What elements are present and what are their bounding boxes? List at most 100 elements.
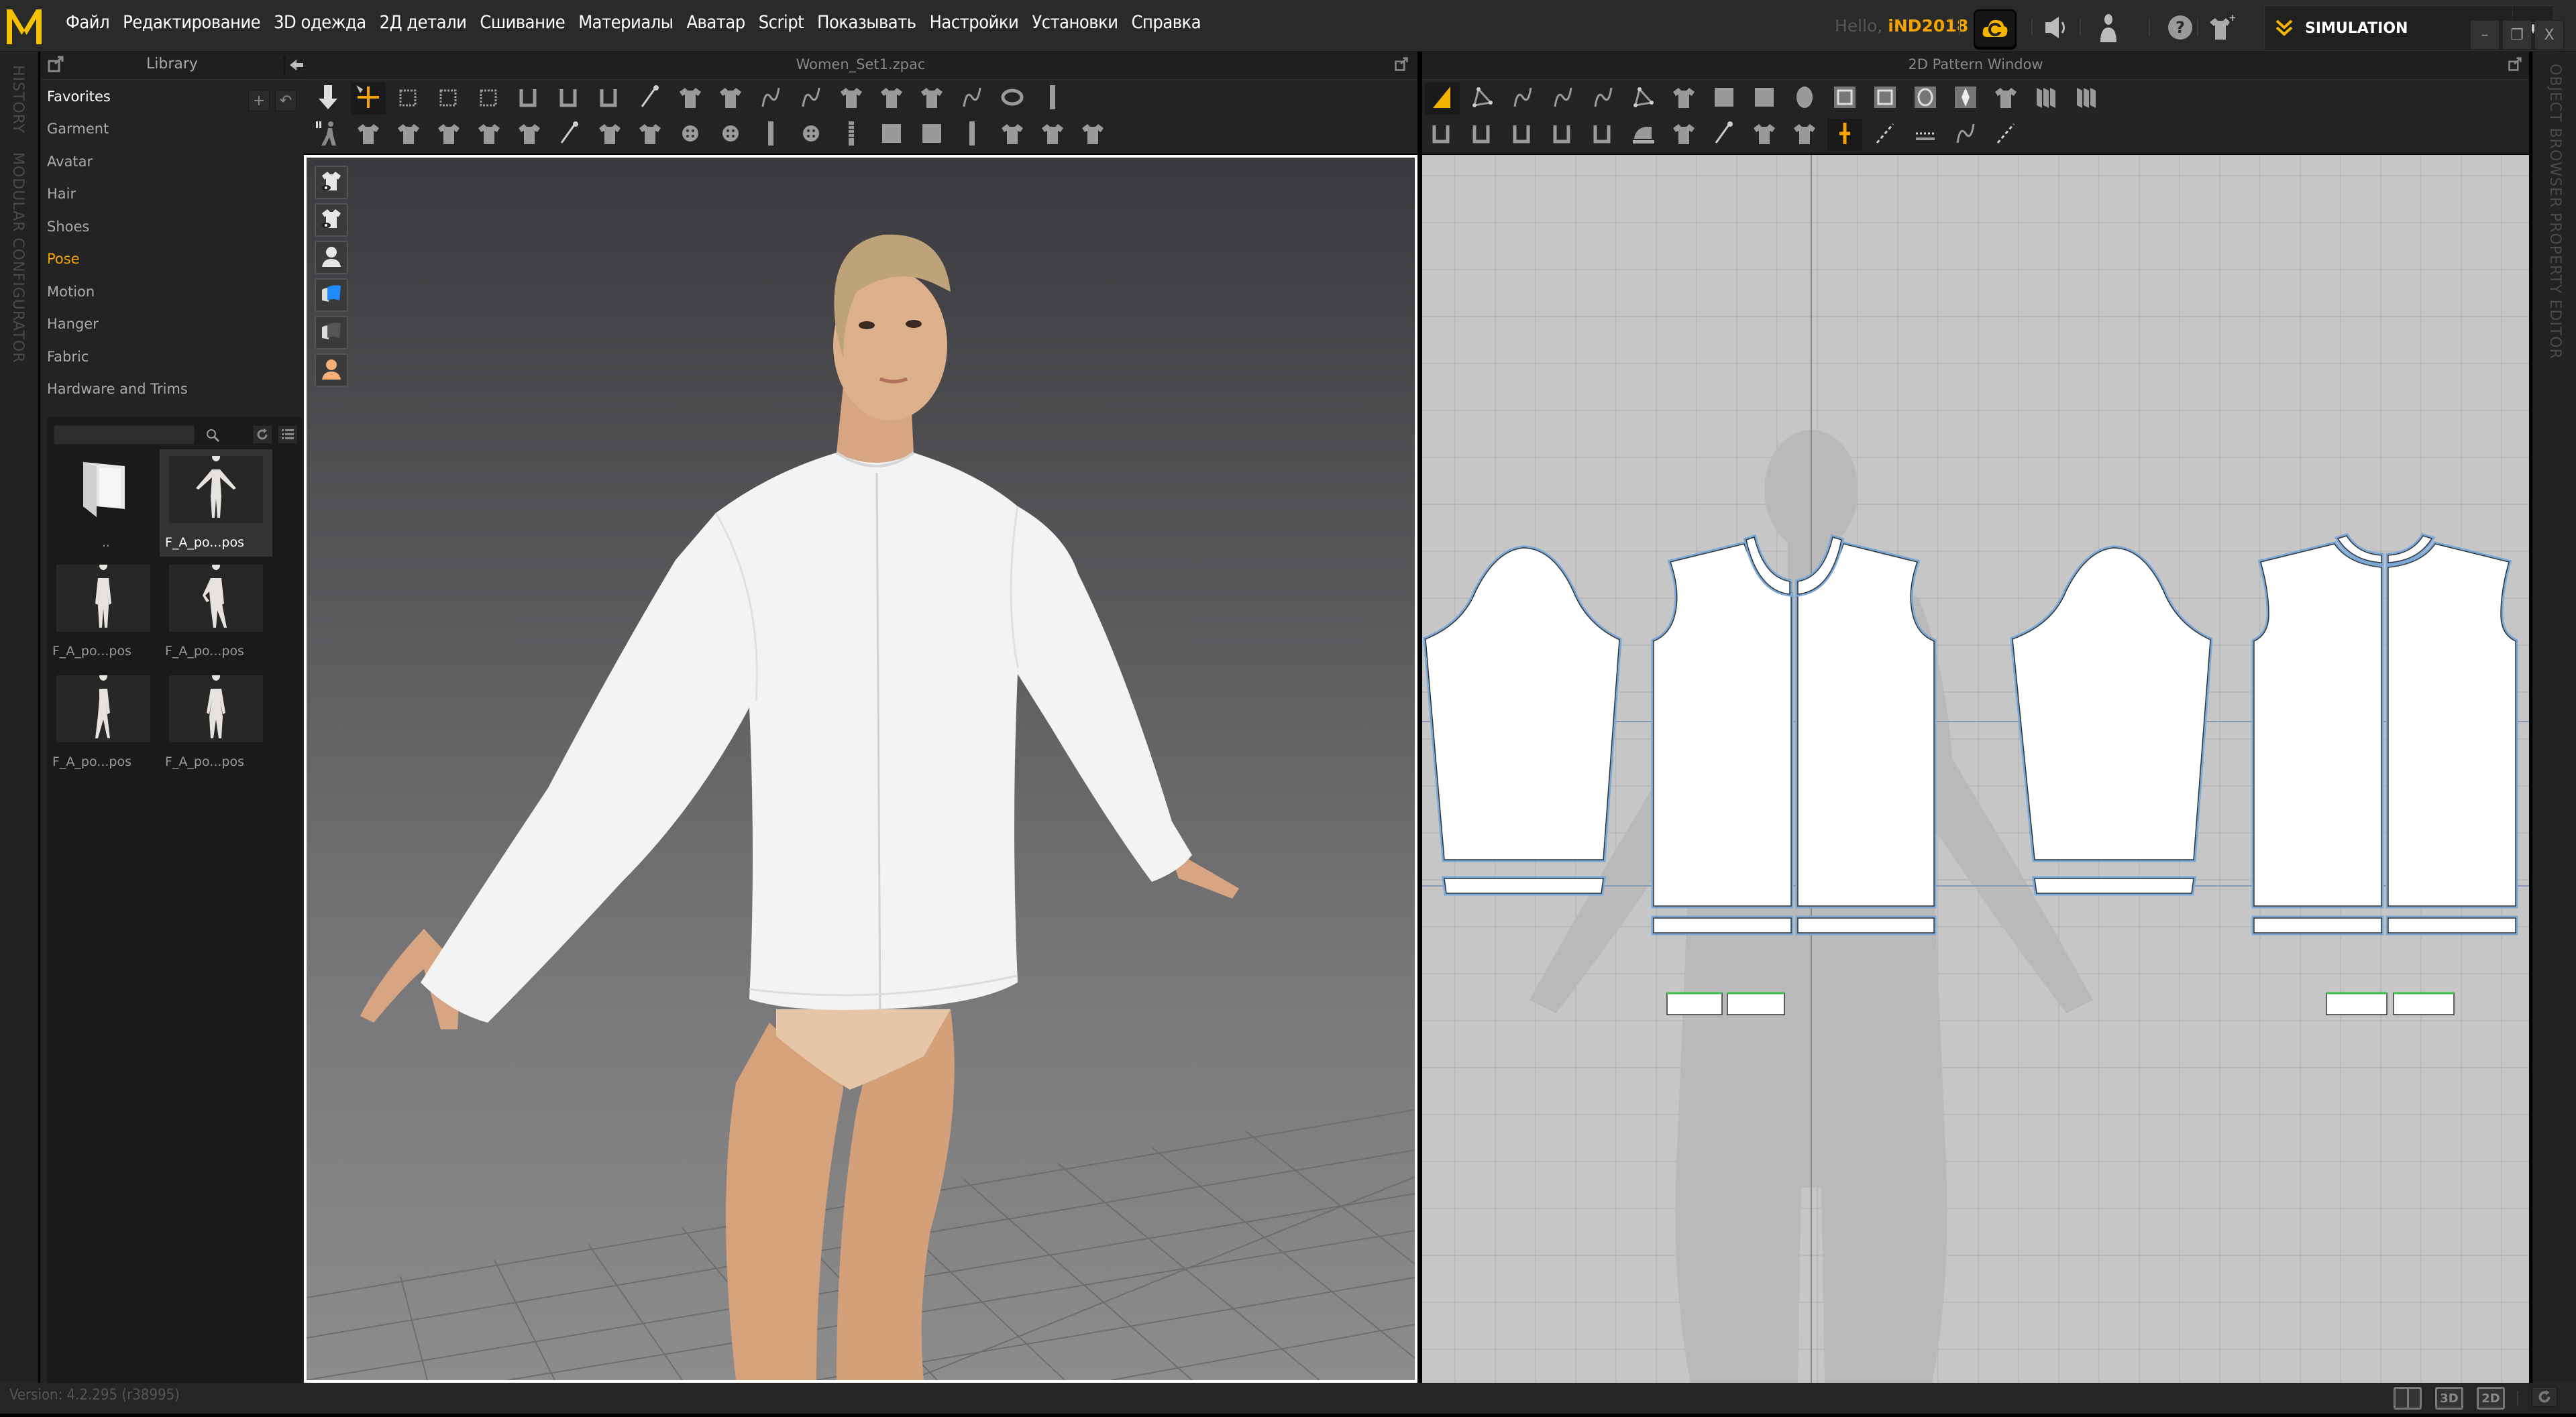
2d-texture-tile-tool[interactable]: [1747, 119, 1782, 151]
2d-fold-pattern-tool[interactable]: [2029, 82, 2063, 115]
pose-item[interactable]: F_A_po...pos: [160, 558, 272, 665]
pattern-back-left[interactable]: [2253, 543, 2382, 907]
shaded-surface-button[interactable]: [315, 316, 348, 349]
pose-item[interactable]: F_A_po...pos: [47, 558, 160, 665]
menu-sewing[interactable]: Сшивание: [473, 12, 572, 33]
modular-configurator-tab[interactable]: MODULAR CONFIGURATOR: [9, 152, 26, 363]
3d-length-measure-tool[interactable]: [1035, 82, 1070, 115]
2d-fold-arrange-tool[interactable]: [2069, 82, 2104, 115]
pattern-hem-band-left[interactable]: [1653, 917, 1792, 933]
2d-ellipse-tool[interactable]: [1787, 82, 1822, 115]
refresh-view-button[interactable]: [2532, 1387, 2557, 1407]
pattern-front-left[interactable]: [1653, 543, 1792, 907]
2d-dart-tool[interactable]: [1948, 82, 1983, 115]
menu-3d-garment[interactable]: 3D одежда: [267, 12, 373, 33]
popout-icon[interactable]: [1394, 57, 1409, 72]
3d-tack-avatar-line-tool[interactable]: [834, 82, 869, 115]
2d-edit-curve-point-tool[interactable]: [1505, 82, 1540, 115]
3d-button-tool[interactable]: [713, 119, 748, 151]
history-tab[interactable]: HISTORY: [9, 65, 26, 133]
account-button[interactable]: [2092, 9, 2125, 46]
menu-script[interactable]: Script: [752, 12, 810, 33]
pose-item[interactable]: F_A_po...pos: [160, 669, 272, 776]
library-category-motion[interactable]: Motion: [47, 284, 95, 300]
3d-animation-tool[interactable]: [311, 119, 345, 151]
2d-show-line-tool[interactable]: [1988, 119, 2023, 151]
pattern-pocket-3[interactable]: [2326, 993, 2387, 1015]
pattern-back-hem-right[interactable]: [2387, 917, 2516, 933]
pattern-back-right[interactable]: [2387, 543, 2516, 907]
pattern-cuff-right[interactable]: [2034, 878, 2194, 894]
3d-lock-button-tool[interactable]: [794, 119, 828, 151]
3d-fold-arrangement-tool[interactable]: [472, 82, 506, 115]
3d-puckering-tool[interactable]: [874, 119, 909, 151]
help-button[interactable]: ?: [2163, 9, 2197, 46]
split-view-button[interactable]: [2394, 1387, 2422, 1410]
3d-show-3d-pattern-tool[interactable]: [874, 82, 909, 115]
3d-shrink-tool[interactable]: [955, 119, 989, 151]
library-search-input[interactable]: [54, 425, 195, 445]
refresh-button[interactable]: [252, 425, 272, 444]
2d-view-button[interactable]: 2D: [2477, 1387, 2505, 1410]
2d-pattern-viewport[interactable]: [1422, 155, 2529, 1383]
2d-edit-curvature-tool[interactable]: [1546, 82, 1580, 115]
object-browser-tab[interactable]: OBJECT BROWSER: [2546, 64, 2563, 208]
3d-select-mesh-box-tool[interactable]: [391, 82, 426, 115]
2d-internal-rectangle-tool[interactable]: [1868, 82, 1902, 115]
3d-fold-tool[interactable]: [512, 119, 547, 151]
add-favorite-button[interactable]: +: [248, 90, 270, 111]
3d-free-sewing-tool[interactable]: [552, 82, 587, 115]
restore-button[interactable]: ❐: [2502, 20, 2532, 50]
popout-icon[interactable]: [2508, 57, 2522, 72]
library-category-hanger[interactable]: Hanger: [47, 316, 99, 332]
3d-tack-line-tool[interactable]: [794, 82, 828, 115]
3d-avatar-line-tool[interactable]: [472, 119, 506, 151]
pattern-pocket-2[interactable]: [1727, 993, 1785, 1015]
3d-flip-tool[interactable]: [1075, 119, 1110, 151]
menu-file[interactable]: Файл: [59, 12, 116, 33]
list-view-button[interactable]: [278, 425, 298, 444]
3d-garment-fit-tool[interactable]: [914, 82, 949, 115]
3d-texture-tile-tool[interactable]: [633, 119, 667, 151]
menu-avatar[interactable]: Аватар: [680, 12, 751, 33]
pattern-hem-band-right[interactable]: [1797, 917, 1935, 933]
2d-notch-tool[interactable]: [1988, 82, 2023, 115]
3d-pin-tool[interactable]: [633, 82, 667, 115]
2d-edit-texture-tool[interactable]: [1666, 119, 1701, 151]
2d-view-graphic-tool[interactable]: [1827, 119, 1862, 151]
library-category-shoes[interactable]: Shoes: [47, 219, 89, 235]
2d-fuse-tool[interactable]: [1626, 119, 1661, 151]
property-editor-tab[interactable]: PROPERTY EDITOR: [2546, 213, 2563, 359]
search-icon[interactable]: [205, 428, 220, 443]
cloud-button[interactable]: [1974, 9, 2017, 48]
2d-segment-sewing-tool[interactable]: [1425, 119, 1460, 151]
3d-edit-pin-tool[interactable]: [552, 119, 587, 151]
2d-polygon-tool[interactable]: [1626, 82, 1661, 115]
2d-rectangle-tool[interactable]: [1747, 82, 1782, 115]
2d-internal-circle-tool[interactable]: [1908, 82, 1943, 115]
2d-texture-shirt-tool[interactable]: [1787, 119, 1822, 151]
texture-surface-button[interactable]: [315, 278, 348, 312]
library-category-garment[interactable]: Garment: [47, 121, 109, 137]
back-button[interactable]: ↶: [275, 90, 297, 111]
2d-m-n-sewing-tool[interactable]: [1505, 119, 1540, 151]
pattern-back-hem-left[interactable]: [2253, 917, 2382, 933]
2d-edit-line-tool[interactable]: [1868, 119, 1902, 151]
menu-2d-pattern[interactable]: 2Д детали: [373, 12, 474, 33]
3d-select-move-tool[interactable]: [351, 82, 386, 115]
3d-tack-tool[interactable]: [673, 82, 708, 115]
3d-topstitch-edit-tool[interactable]: [995, 119, 1030, 151]
minimize-button[interactable]: –: [2470, 20, 2500, 50]
pattern-sleeve-right[interactable]: [2012, 547, 2211, 860]
library-category-hair[interactable]: Hair: [47, 186, 76, 202]
menu-preferences[interactable]: Установки: [1025, 12, 1124, 33]
pattern-pocket-1[interactable]: [1666, 993, 1723, 1015]
close-button[interactable]: X: [2534, 20, 2564, 50]
library-category-pose[interactable]: Pose: [47, 251, 80, 267]
2d-check-sewing-tool[interactable]: [1546, 119, 1580, 151]
3d-circumference-measure-tool[interactable]: [995, 82, 1030, 115]
menu-help[interactable]: Справка: [1125, 12, 1208, 33]
menu-materials[interactable]: Материалы: [572, 12, 680, 33]
3d-edit-texture-tool[interactable]: [592, 119, 627, 151]
2d-transform-pattern-tool[interactable]: [1425, 82, 1460, 115]
